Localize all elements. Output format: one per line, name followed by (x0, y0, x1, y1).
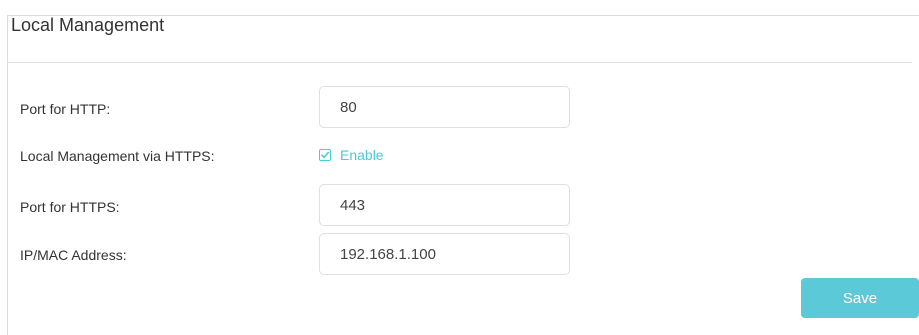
ip-mac-input[interactable] (319, 233, 570, 275)
http-port-label: Port for HTTP: (20, 101, 111, 117)
checkmark-icon (321, 151, 330, 159)
title-divider (7, 62, 912, 63)
panel-title: Local Management (11, 15, 165, 35)
https-enable-label[interactable]: Enable (340, 147, 384, 163)
https-enable-checkbox[interactable]: Enable (319, 147, 384, 163)
http-port-input[interactable] (319, 86, 570, 128)
local-management-panel (7, 15, 919, 335)
ip-mac-label: IP/MAC Address: (20, 247, 127, 263)
https-port-input[interactable] (319, 184, 570, 226)
checkbox-box[interactable] (319, 149, 331, 161)
save-button[interactable]: Save (801, 278, 919, 318)
https-management-label: Local Management via HTTPS: (20, 148, 215, 164)
https-port-label: Port for HTTPS: (20, 199, 120, 215)
